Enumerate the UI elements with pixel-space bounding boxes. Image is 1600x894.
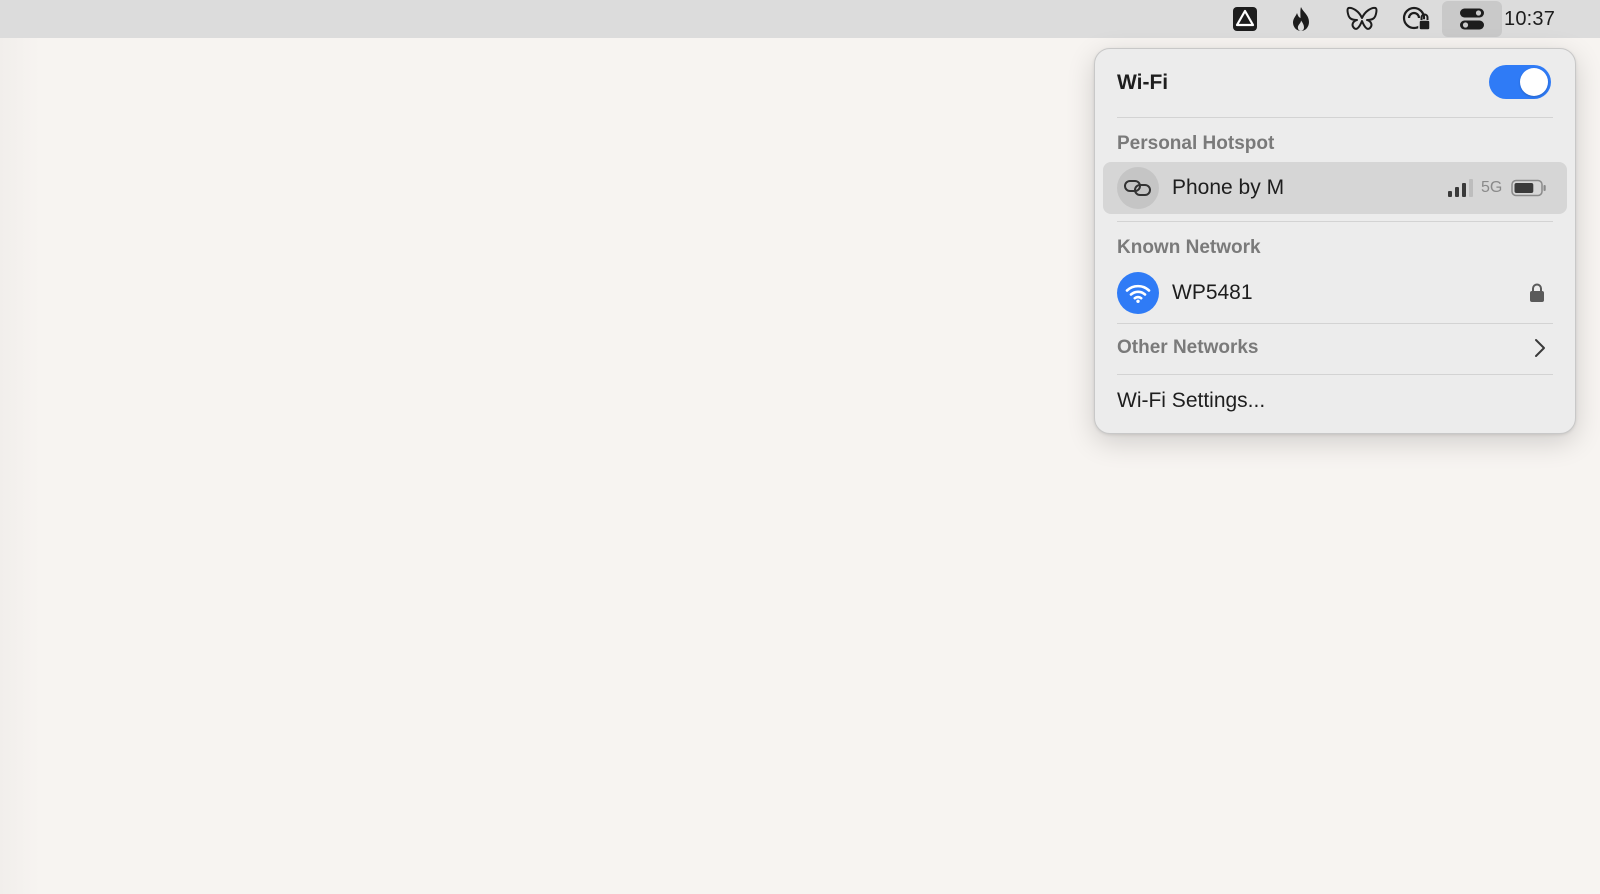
desktop-background [0, 38, 40, 894]
divider [1117, 374, 1553, 375]
control-center-icon[interactable] [1442, 1, 1502, 37]
cloud-lock-icon[interactable] [1398, 0, 1436, 38]
battery-icon [1511, 179, 1546, 197]
butterfly-icon[interactable] [1343, 0, 1381, 38]
drive-icon[interactable] [1228, 0, 1262, 38]
wifi-title: Wi-Fi [1117, 71, 1169, 94]
flame-icon[interactable] [1284, 0, 1318, 38]
section-label-personal-hotspot: Personal Hotspot [1117, 133, 1275, 154]
section-label-known-network: Known Network [1117, 237, 1261, 258]
known-network-name: WP5481 [1172, 281, 1253, 304]
known-network-item[interactable]: WP5481 [1103, 267, 1567, 319]
other-networks-label: Other Networks [1117, 337, 1259, 358]
menu-bar-clock[interactable]: 10:37 [1504, 0, 1555, 38]
wifi-icon [1117, 272, 1159, 314]
network-type-label: 5G [1481, 179, 1503, 196]
hotspot-name: Phone by M [1172, 176, 1285, 199]
link-icon [1117, 167, 1159, 209]
wifi-toggle[interactable] [1489, 65, 1551, 99]
chevron-right-icon [1535, 339, 1545, 357]
divider [1117, 117, 1553, 118]
wifi-settings-item[interactable]: Wi-Fi Settings... [1103, 379, 1567, 423]
wifi-settings-label: Wi-Fi Settings... [1117, 389, 1266, 412]
lock-icon [1530, 283, 1544, 302]
wifi-menu-panel: Wi-Fi Personal Hotspot Phone by M 5G Kno… [1094, 48, 1576, 434]
divider [1117, 323, 1553, 324]
menu-bar: 10:37 [0, 0, 1600, 38]
hotspot-item[interactable]: Phone by M 5G [1103, 162, 1567, 214]
divider [1117, 221, 1553, 222]
cellular-signal-icon [1448, 179, 1473, 197]
toggle-knob [1520, 68, 1548, 96]
other-networks-item[interactable]: Other Networks [1103, 327, 1567, 369]
